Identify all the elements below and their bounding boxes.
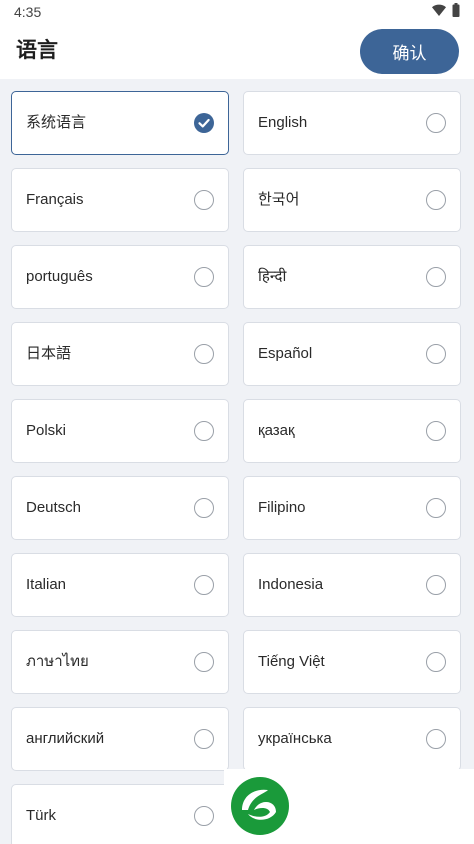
language-option-label: Deutsch (26, 499, 82, 516)
language-option-label: português (26, 268, 93, 285)
radio-unchecked-icon[interactable] (194, 421, 214, 441)
language-option[interactable]: हिन्दी (243, 245, 461, 309)
language-option-label: Français (26, 191, 84, 208)
language-option[interactable]: English (243, 91, 461, 155)
language-option[interactable]: Filipino (243, 476, 461, 540)
radio-unchecked-icon[interactable] (426, 190, 446, 210)
language-option-label: Türk (26, 807, 56, 824)
header: 语言 确认 (0, 24, 474, 79)
radio-unchecked-icon[interactable] (426, 344, 446, 364)
radio-unchecked-icon[interactable] (194, 190, 214, 210)
radio-unchecked-icon[interactable] (426, 421, 446, 441)
language-option-label: Español (258, 345, 313, 362)
language-list: 系统语言 English Français 한국어 português हिन्दी 日本語… (0, 79, 474, 844)
app-logo (224, 769, 474, 844)
language-option-label: Tiếng Việt (258, 653, 325, 670)
radio-unchecked-icon[interactable] (194, 806, 214, 826)
language-option-label: 한국어 (258, 191, 300, 208)
radio-unchecked-icon[interactable] (426, 575, 446, 595)
language-option[interactable]: Tiếng Việt (243, 630, 461, 694)
language-option[interactable]: Türk (11, 784, 229, 844)
language-option[interactable]: Español (243, 322, 461, 386)
language-option[interactable]: английский (11, 707, 229, 771)
language-option[interactable]: 한국어 (243, 168, 461, 232)
language-option-label: English (258, 114, 308, 131)
radio-unchecked-icon[interactable] (426, 267, 446, 287)
radio-unchecked-icon[interactable] (194, 498, 214, 518)
battery-icon (452, 2, 460, 22)
radio-unchecked-icon[interactable] (194, 344, 214, 364)
language-option-label: हिन्दी (258, 268, 287, 285)
language-option[interactable]: Français (11, 168, 229, 232)
language-option[interactable]: 系统语言 (11, 91, 229, 155)
language-option-label: Polski (26, 422, 67, 439)
confirm-button[interactable]: 确认 (360, 29, 459, 74)
language-option[interactable]: қазақ (243, 399, 461, 463)
language-option[interactable]: Italian (11, 553, 229, 617)
radio-unchecked-icon[interactable] (194, 729, 214, 749)
language-option-label: английский (26, 730, 105, 747)
radio-unchecked-icon[interactable] (194, 652, 214, 672)
radio-checked-icon[interactable] (194, 113, 214, 133)
wifi-icon (432, 3, 446, 21)
status-time: 4:35 (14, 4, 42, 20)
language-option[interactable]: 日本語 (11, 322, 229, 386)
radio-unchecked-icon[interactable] (194, 575, 214, 595)
language-option-label: 日本語 (26, 345, 72, 362)
language-option[interactable]: Deutsch (11, 476, 229, 540)
leaf-logo-icon (231, 777, 289, 835)
radio-unchecked-icon[interactable] (426, 652, 446, 672)
language-option-label: українська (258, 730, 332, 747)
radio-unchecked-icon[interactable] (426, 113, 446, 133)
language-option[interactable]: português (11, 245, 229, 309)
language-option-label: ภาษาไทย (26, 653, 89, 670)
language-option[interactable]: ภาษาไทย (11, 630, 229, 694)
language-option[interactable]: Indonesia (243, 553, 461, 617)
radio-unchecked-icon[interactable] (194, 267, 214, 287)
language-option[interactable]: українська (243, 707, 461, 771)
language-option-label: Italian (26, 576, 67, 593)
status-icons (432, 2, 460, 22)
radio-unchecked-icon[interactable] (426, 498, 446, 518)
language-option-label: Filipino (258, 499, 306, 516)
radio-unchecked-icon[interactable] (426, 729, 446, 749)
language-option-label: қазақ (258, 422, 295, 439)
language-option[interactable]: Polski (11, 399, 229, 463)
status-bar: 4:35 (0, 0, 474, 24)
page-title: 语言 (16, 39, 58, 62)
language-option-label: 系统语言 (26, 114, 87, 131)
language-option-label: Indonesia (258, 576, 324, 593)
